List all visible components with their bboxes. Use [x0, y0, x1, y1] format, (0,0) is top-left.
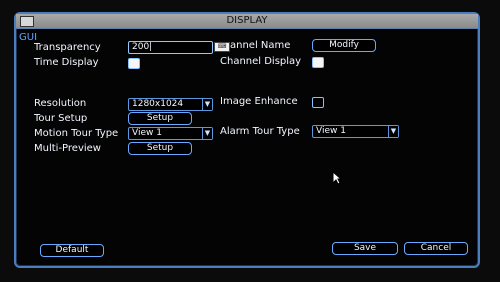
title-bar: DISPLAY [16, 14, 478, 29]
motion-tour-type-select[interactable]: View 1 ▼ [128, 127, 213, 140]
time-display-checkbox[interactable] [128, 58, 140, 69]
display-window: DISPLAY GUI Transparency 200| ⌨ annel Na… [14, 12, 480, 268]
motion-tour-type-label: Motion Tour Type [34, 128, 119, 139]
transparency-label: Transparency [34, 42, 101, 53]
tour-setup-label: Tour Setup [34, 113, 88, 124]
transparency-input[interactable]: 200| [128, 41, 213, 54]
channel-display-checkbox[interactable] [312, 57, 324, 68]
chevron-down-icon[interactable]: ▼ [202, 99, 212, 110]
keyboard-icon[interactable]: ⌨ [214, 42, 230, 52]
alarm-tour-type-value: View 1 [316, 126, 346, 136]
multi-preview-label: Multi-Preview [34, 143, 101, 154]
window-title: DISPLAY [226, 15, 268, 26]
image-enhance-checkbox[interactable] [312, 97, 324, 108]
channel-display-label: Channel Display [220, 56, 302, 67]
cancel-button[interactable]: Cancel [404, 242, 468, 255]
time-display-label: Time Display [34, 57, 99, 68]
alarm-tour-type-label: Alarm Tour Type [220, 126, 300, 137]
image-enhance-label: Image Enhance [220, 96, 298, 107]
modify-button[interactable]: Modify [312, 39, 376, 52]
default-button[interactable]: Default [40, 244, 104, 257]
channel-name-label: annel Name [230, 40, 291, 51]
tour-setup-button[interactable]: Setup [128, 112, 192, 125]
chevron-down-icon[interactable]: ▼ [202, 128, 212, 139]
save-button[interactable]: Save [332, 242, 398, 255]
alarm-tour-type-select[interactable]: View 1 ▼ [312, 125, 399, 138]
multi-preview-setup-button[interactable]: Setup [128, 142, 192, 155]
resolution-label: Resolution [34, 98, 87, 109]
resolution-select[interactable]: 1280x1024 ▼ [128, 98, 213, 111]
chevron-down-icon[interactable]: ▼ [388, 126, 398, 137]
resolution-value: 1280x1024 [132, 99, 184, 109]
motion-tour-type-value: View 1 [132, 128, 162, 138]
